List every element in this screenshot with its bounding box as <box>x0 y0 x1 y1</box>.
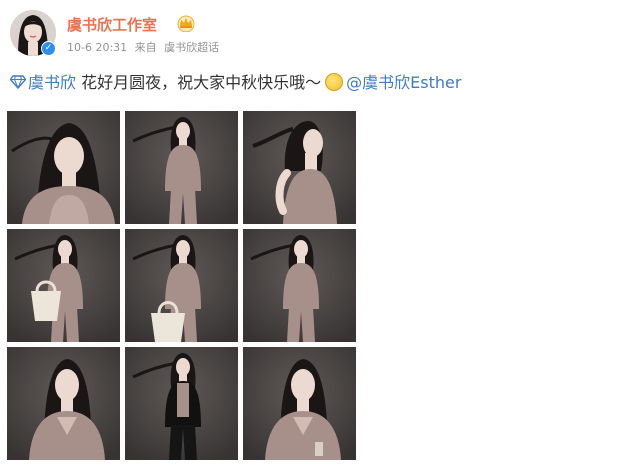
post-source[interactable]: 虞书欣超话 <box>164 41 219 54</box>
post-header: ✓ 虞书欣工作室 10-6 20:31 来自 虞书欣超话 <box>10 10 510 62</box>
post-image-9[interactable] <box>243 347 356 460</box>
post-meta: 10-6 20:31 来自 虞书欣超话 <box>67 39 223 55</box>
crown-icon <box>177 15 195 32</box>
post-image-2[interactable] <box>125 111 238 224</box>
post-image-6[interactable] <box>243 229 356 342</box>
post-image-4[interactable] <box>7 229 120 342</box>
post-image-3[interactable] <box>243 111 356 224</box>
post-image-5[interactable] <box>125 229 238 342</box>
post-image-7[interactable] <box>7 347 120 460</box>
weibo-post: ✓ 虞书欣工作室 10-6 20:31 来自 虞书欣超话 虞书欣 花好月圆夜，祝… <box>0 0 640 476</box>
author-name[interactable]: 虞书欣工作室 <box>67 14 157 35</box>
post-content: 虞书欣 花好月圆夜，祝大家中秋快乐哦～ @虞书欣Esther <box>10 71 461 95</box>
post-time[interactable]: 10-6 20:31 <box>67 41 127 54</box>
post-image-1[interactable] <box>7 111 120 224</box>
diamond-icon <box>10 75 26 89</box>
mention-link[interactable]: @虞书欣Esther <box>346 73 461 92</box>
image-grid <box>7 111 357 462</box>
supertopic-tag-link[interactable]: 虞书欣 <box>28 73 76 92</box>
moon-emoji-icon <box>325 73 344 91</box>
post-image-8[interactable] <box>125 347 238 460</box>
verified-badge-icon: ✓ <box>41 41 56 56</box>
source-prefix: 来自 <box>134 41 157 54</box>
post-text: 花好月圆夜，祝大家中秋快乐哦～ <box>81 73 322 92</box>
